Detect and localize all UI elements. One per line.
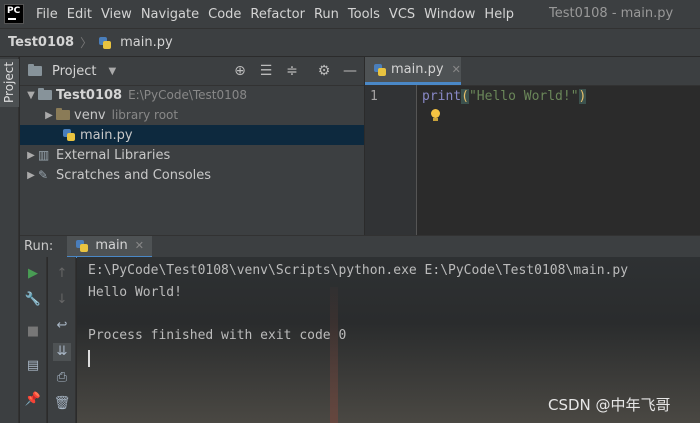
menu-file[interactable]: File [36, 7, 58, 22]
scratches-icon: ✎ [38, 168, 49, 182]
tree-item-path: E:\PyCode\Test0108 [128, 88, 248, 102]
expand-all-icon[interactable]: ☰ [258, 63, 274, 79]
editor: main.py ✕ 1 print("Hello World!") [365, 57, 700, 235]
pycharm-logo-icon: PC [4, 4, 24, 24]
code-string: "Hello World!" [468, 89, 579, 104]
tree-item-label: External Libraries [56, 147, 171, 163]
tree-item-label: Test0108 [56, 87, 123, 103]
minimize-icon[interactable]: — [342, 63, 358, 79]
rerun-icon[interactable]: ▶ [24, 265, 42, 283]
locate-icon[interactable]: ⊕ [232, 63, 248, 79]
folder-icon [38, 88, 52, 100]
tab-main-py[interactable]: main.py ✕ [365, 57, 461, 85]
python-file-icon [62, 128, 76, 142]
code-paren-close: ) [578, 89, 587, 104]
close-icon[interactable]: ✕ [452, 63, 461, 76]
python-file-icon [98, 36, 112, 50]
breadcrumb-separator-icon: 〉 [80, 36, 93, 50]
arrow-down-icon[interactable]: ↓ [53, 291, 71, 309]
tree-item-main-py[interactable]: main.py [20, 125, 364, 145]
tree-item-label: Scratches and Consoles [56, 167, 212, 183]
breadcrumb: Test0108 〉 main.py [0, 28, 700, 57]
menu-navigate[interactable]: Navigate [141, 7, 199, 22]
left-tool-stripe: Project [0, 57, 19, 423]
menu-window[interactable]: Window [424, 7, 475, 22]
python-run-icon [75, 239, 89, 253]
lightbulb-icon[interactable] [431, 109, 440, 121]
project-pane: Project ▼ ⊕ ☰ ≑ ⚙ — ▼ Test0108 E:\PyCode… [20, 57, 364, 235]
menu-refactor[interactable]: Refactor [250, 7, 305, 22]
menu-run[interactable]: Run [314, 7, 339, 22]
collapse-all-icon[interactable]: ≑ [284, 63, 300, 79]
print-icon[interactable]: ⎙ [53, 369, 71, 387]
project-pane-header: Project ▼ ⊕ ☰ ≑ ⚙ — [20, 57, 364, 86]
tree-item-label: venv [74, 107, 106, 123]
soft-wrap-icon[interactable]: ↩ [53, 317, 71, 335]
menu-code[interactable]: Code [208, 7, 241, 22]
run-toolbar-primary: ▶ 🔧 ■ ▤ 📌 [20, 257, 47, 423]
tree-item-label: main.py [80, 127, 133, 143]
run-tab-main[interactable]: main ✕ [67, 235, 153, 258]
code-line[interactable]: print("Hello World!") [422, 89, 587, 104]
window-title: Test0108 - main.py [549, 6, 674, 21]
close-icon[interactable]: ✕ [135, 239, 144, 252]
arrow-up-icon[interactable]: ↑ [53, 265, 71, 283]
menu-list: File Edit View Navigate Code Refactor Ru… [36, 7, 523, 22]
layout-icon[interactable]: ▤ [24, 357, 42, 375]
python-file-icon [373, 63, 387, 77]
menu-tools[interactable]: Tools [348, 7, 380, 22]
menu-edit[interactable]: Edit [67, 7, 92, 22]
line-gutter: 1 [365, 85, 417, 235]
scroll-to-end-icon[interactable]: ⇊ [53, 343, 71, 361]
chevron-down-icon[interactable]: ▼ [24, 90, 38, 101]
chevron-right-icon[interactable]: ▶ [42, 110, 56, 121]
console-caret [88, 350, 90, 367]
tree-item-venv[interactable]: ▶ venv library root [20, 105, 364, 125]
trash-icon[interactable]: 🗑 [53, 395, 71, 413]
chevron-right-icon[interactable]: ▶ [24, 170, 38, 181]
run-label: Run: [24, 239, 54, 254]
project-tool-label: Project [2, 61, 16, 103]
tree-item-scratches[interactable]: ▶ ✎ Scratches and Consoles [20, 165, 364, 185]
stop-icon[interactable]: ■ [24, 323, 42, 341]
wrench-icon[interactable]: 🔧 [24, 291, 42, 309]
menu-bar: PC File Edit View Navigate Code Refactor… [0, 0, 700, 28]
editor-tab-bar: main.py ✕ [365, 57, 700, 86]
run-tab-label: main [95, 238, 128, 253]
gear-icon[interactable]: ⚙ [316, 63, 332, 79]
line-number: 1 [370, 89, 378, 104]
code-keyword: print [422, 89, 462, 104]
console-line: Hello World! [88, 285, 182, 300]
tree-item-hint: library root [111, 108, 179, 122]
tree-item-external-libraries[interactable]: ▶ ▥ External Libraries [20, 145, 364, 165]
project-view-selector[interactable]: Project [52, 64, 96, 79]
console-line: E:\PyCode\Test0108\venv\Scripts\python.e… [88, 263, 629, 278]
run-panel-header: Run: main ✕ [20, 235, 700, 258]
chevron-right-icon[interactable]: ▶ [24, 150, 38, 161]
folder-icon [56, 108, 70, 120]
menu-vcs[interactable]: VCS [389, 7, 415, 22]
tree-item-project-root[interactable]: ▼ Test0108 E:\PyCode\Test0108 [20, 85, 364, 105]
background-tower-image [330, 287, 338, 423]
code-paren-open: ( [461, 89, 469, 104]
run-toolbar-secondary: ↑ ↓ ↩ ⇊ ⎙ 🗑 [48, 257, 76, 423]
breadcrumb-project[interactable]: Test0108 [8, 35, 74, 50]
console-line: Process finished with exit code 0 [88, 328, 347, 343]
menu-view[interactable]: View [101, 7, 132, 22]
chevron-down-icon[interactable]: ▼ [108, 66, 116, 77]
pin-icon[interactable]: 📌 [24, 391, 42, 409]
menu-help[interactable]: Help [484, 7, 514, 22]
tab-label: main.py [391, 62, 444, 77]
breadcrumb-file[interactable]: main.py [120, 35, 173, 50]
project-tool-button[interactable]: Project [0, 59, 19, 107]
library-icon: ▥ [38, 148, 50, 162]
project-view-icon [28, 64, 42, 76]
watermark: CSDN @中年飞哥 [548, 396, 671, 414]
